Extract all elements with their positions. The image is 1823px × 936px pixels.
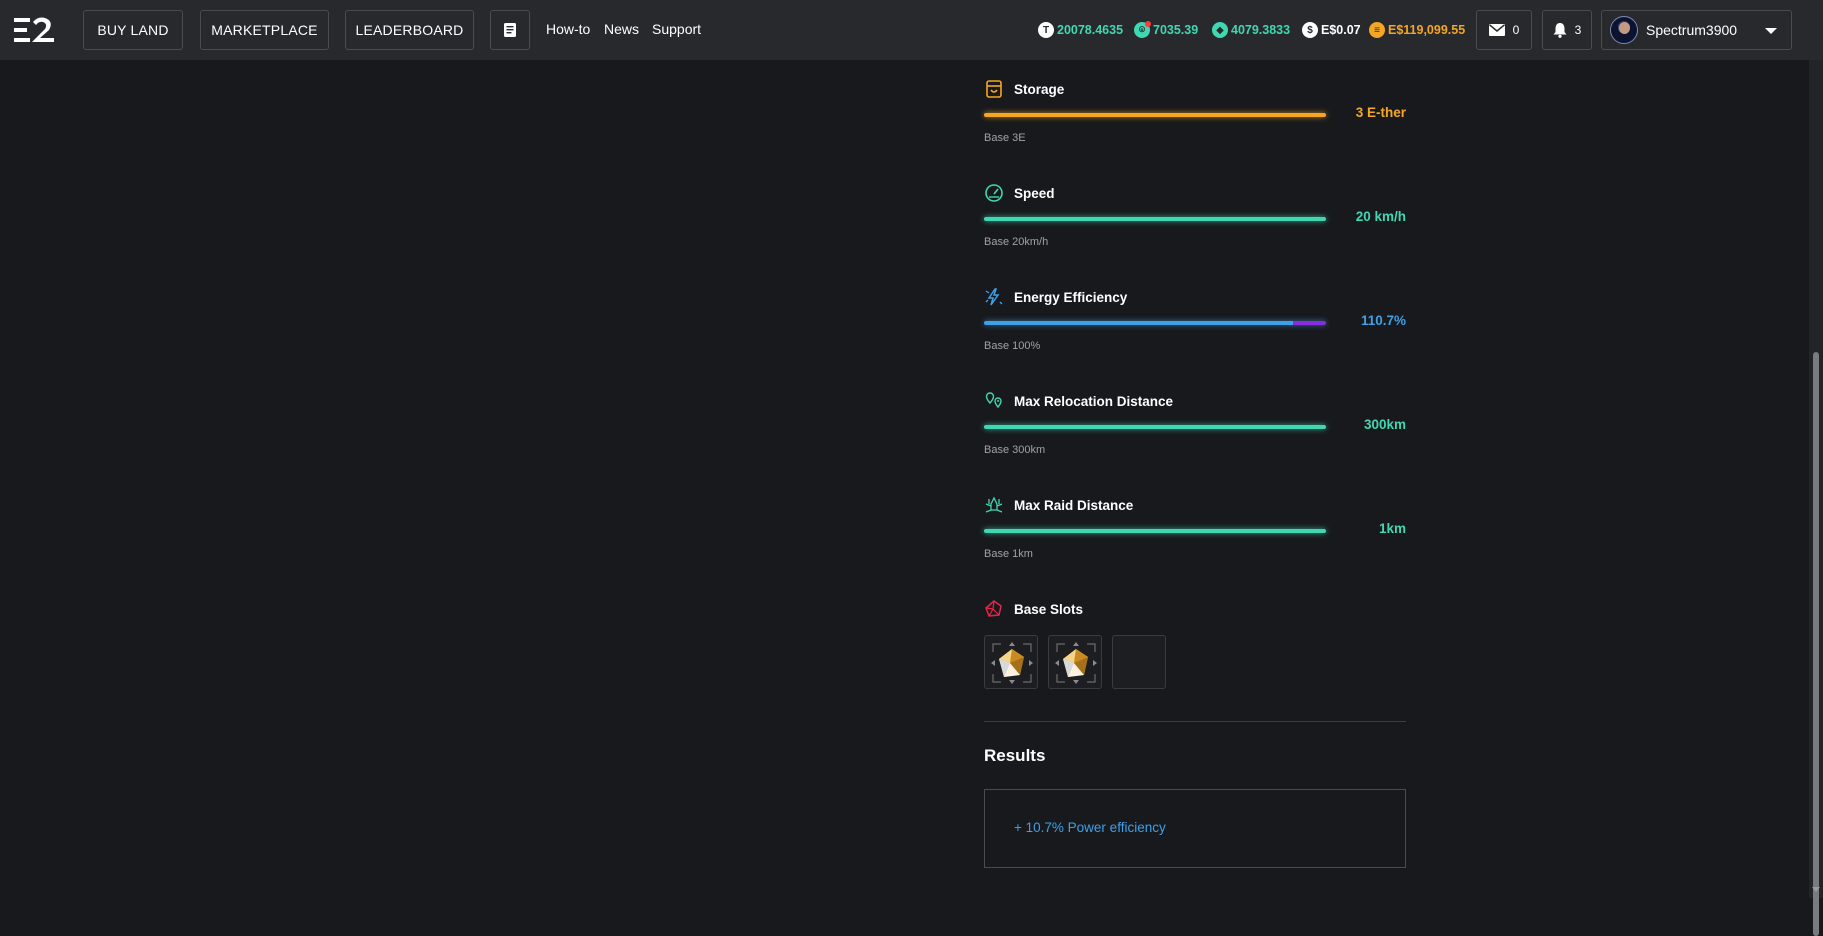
stat-value: 300km: [1363, 417, 1406, 432]
notifications-button[interactable]: 3: [1542, 10, 1592, 50]
results-box: + 10.7% Power efficiency: [984, 789, 1406, 868]
balance-energy[interactable]: ⌾ 7035.39: [1134, 20, 1198, 40]
stat-value: 1km: [1378, 521, 1406, 536]
stat-energy-efficiency: Energy Efficiency 110.7% Base 100%: [984, 287, 1406, 371]
stat-max-relocation-distance: Max Relocation Distance 300km Base 300km: [984, 391, 1406, 475]
base-slots-heading: Base Slots: [984, 598, 1083, 620]
scroll-down-arrow-icon[interactable]: [1812, 887, 1820, 892]
stat-max-raid-distance: Max Raid Distance 1km Base 1km: [984, 495, 1406, 579]
stat-value: 20 km/h: [1355, 209, 1406, 224]
balance-ether[interactable]: ◆ 4079.3833: [1212, 20, 1290, 40]
scrollbar-thumb[interactable]: [1813, 352, 1819, 936]
page-scrollbar[interactable]: [1809, 60, 1823, 936]
essence-icon: ≡: [1369, 22, 1385, 38]
base-slot-2[interactable]: [1048, 635, 1102, 689]
ether-icon: ◆: [1212, 22, 1228, 38]
user-menu-button[interactable]: Spectrum3900: [1601, 10, 1792, 50]
e2-logo-icon[interactable]: [14, 16, 56, 44]
buy-land-button[interactable]: BUY LAND: [83, 10, 183, 50]
stat-base: Base 20km/h: [984, 236, 1049, 248]
balance-tiles[interactable]: T 20078.4635: [1038, 20, 1123, 40]
stat-title: Energy Efficiency: [1014, 289, 1128, 305]
top-navigation-bar: BUY LAND MARKETPLACE LEADERBOARD How-to …: [0, 0, 1823, 60]
lightning-icon: [985, 288, 1003, 306]
speed-bar: [984, 217, 1326, 221]
crystal-outline-icon: [985, 600, 1002, 617]
news-link[interactable]: News: [604, 21, 639, 37]
speedometer-icon: [985, 184, 1003, 202]
stat-title: Storage: [1014, 81, 1065, 97]
avatar: [1610, 16, 1638, 44]
storage-bar: [984, 113, 1326, 117]
crystal-icon: [991, 642, 1033, 684]
stat-base: Base 3E: [984, 132, 1026, 144]
relocation-distance-bar: [984, 425, 1326, 429]
mail-button[interactable]: 0: [1476, 10, 1532, 50]
base-slot-3-empty[interactable]: [1112, 635, 1166, 689]
notification-count: 3: [1574, 23, 1582, 37]
stat-storage: Storage 3 E-ther Base 3E: [984, 79, 1406, 163]
chevron-down-icon: [1765, 28, 1777, 34]
marketplace-button[interactable]: MARKETPLACE: [200, 10, 329, 50]
stat-base: Base 1km: [984, 548, 1033, 560]
stat-base: Base 300km: [984, 444, 1046, 456]
document-button[interactable]: [490, 10, 530, 50]
energy-icon: ⌾: [1134, 21, 1151, 38]
stat-speed: Speed 20 km/h Base 20km/h: [984, 183, 1406, 267]
bell-icon: [1553, 23, 1567, 38]
username: Spectrum3900: [1646, 22, 1738, 38]
leaderboard-button[interactable]: LEADERBOARD: [345, 10, 474, 50]
storage-icon: [986, 80, 1002, 98]
stat-title: Speed: [1014, 185, 1055, 201]
stat-title: Max Relocation Distance: [1014, 393, 1174, 409]
stat-value: 3 E-ther: [1355, 105, 1406, 120]
document-icon: [504, 23, 516, 37]
stat-title: Max Raid Distance: [1014, 497, 1134, 513]
dollar-icon: $: [1302, 22, 1318, 38]
results-heading: Results: [984, 746, 1046, 765]
stat-base: Base 100%: [984, 340, 1041, 352]
raid-ship-icon: [985, 496, 1003, 513]
location-pins-icon: [985, 392, 1002, 409]
energy-efficiency-bar: [984, 321, 1326, 325]
base-slot-1[interactable]: [984, 635, 1038, 689]
raid-distance-bar: [984, 529, 1326, 533]
crystal-icon: [1055, 642, 1097, 684]
how-to-link[interactable]: How-to: [546, 21, 590, 37]
support-link[interactable]: Support: [652, 21, 701, 37]
result-line: + 10.7% Power efficiency: [1014, 820, 1166, 835]
divider: [984, 721, 1406, 722]
balance-dollar[interactable]: $ E$0.07: [1302, 20, 1361, 40]
mail-icon: [1488, 24, 1505, 36]
balance-essence[interactable]: ≡ E$119,099.55: [1369, 20, 1465, 40]
stat-value: 110.7%: [1360, 313, 1406, 328]
tile-icon: T: [1038, 22, 1054, 38]
mail-count: 0: [1512, 23, 1520, 37]
